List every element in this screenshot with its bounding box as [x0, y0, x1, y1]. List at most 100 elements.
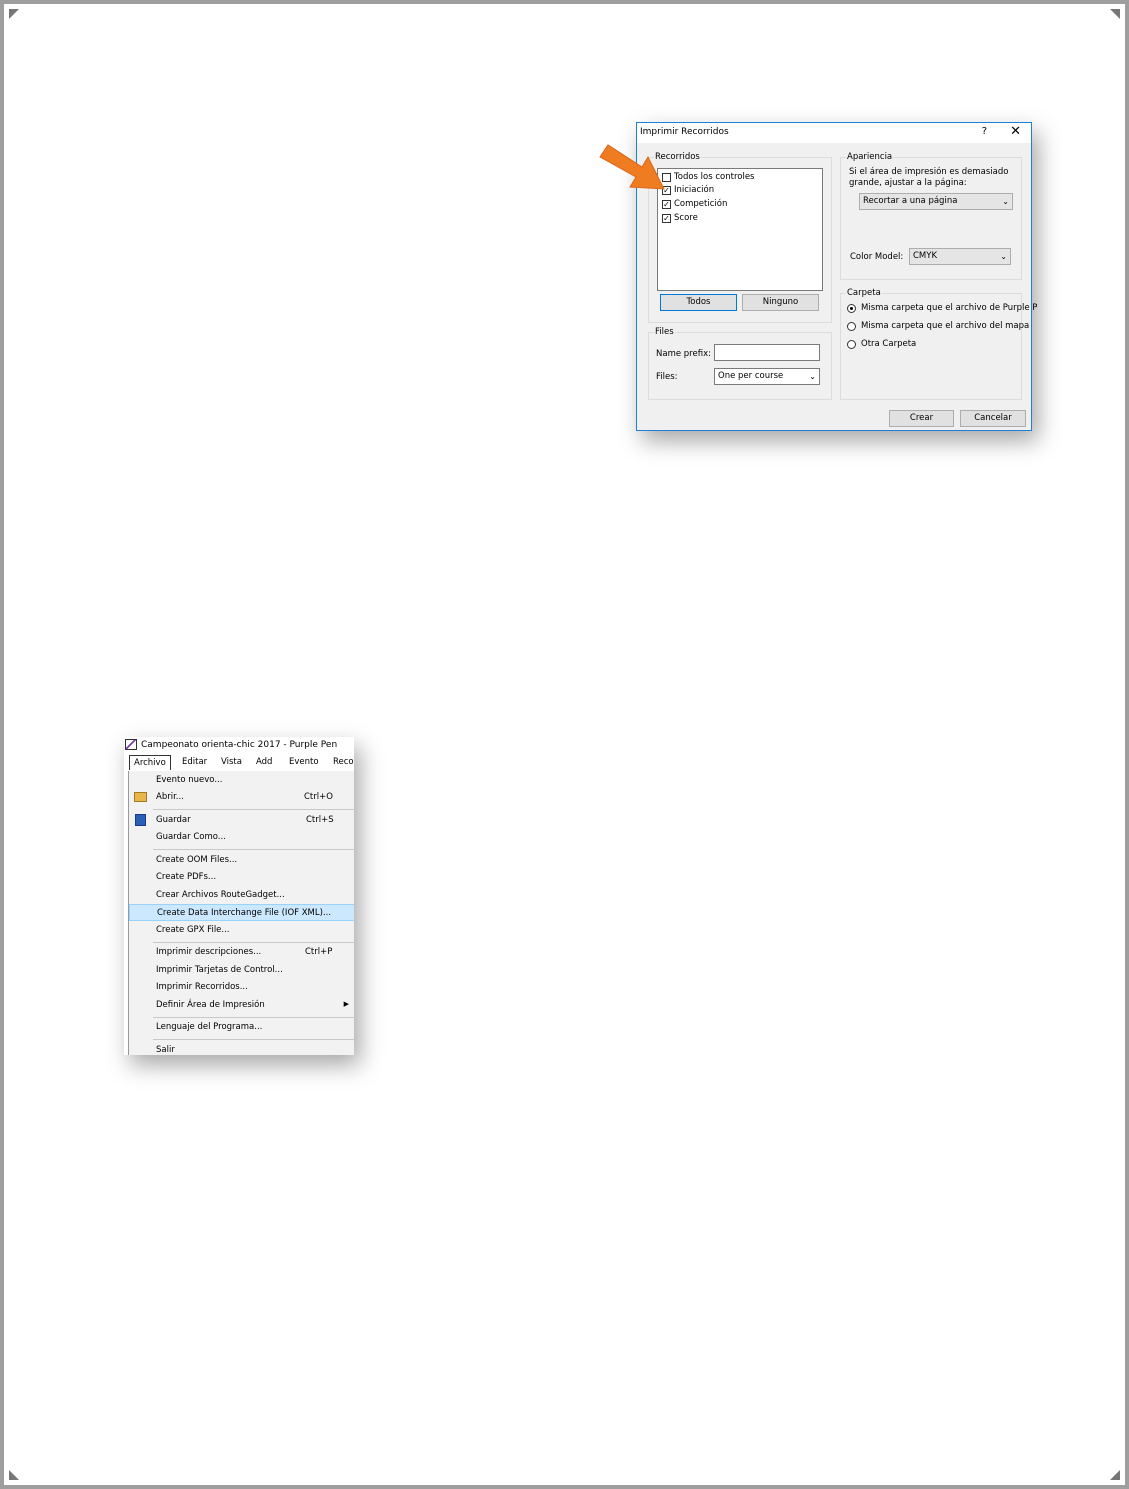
chevron-down-icon: ⌄ — [1000, 252, 1007, 261]
courses-listbox[interactable]: Todos los controles ✓ Iniciación ✓ Compe… — [657, 168, 823, 291]
menu-item-shortcut: Ctrl+S — [306, 815, 334, 825]
menu-item-label: Guardar — [156, 815, 191, 825]
files-group-label: Files — [654, 327, 675, 337]
radio[interactable] — [847, 339, 856, 349]
corner-mark-icon — [1110, 1470, 1120, 1480]
appearance-group-label: Apariencia — [846, 152, 894, 162]
menu-item-label: Salir — [156, 1045, 175, 1055]
menu-separator — [153, 849, 354, 850]
menu-item-print-area[interactable]: Definir Área de Impresión ▶ — [129, 997, 354, 1014]
menu-editar[interactable]: Editar — [182, 757, 207, 767]
menu-item-open[interactable]: Abrir... Ctrl+O — [129, 789, 354, 806]
files-select-value: One per course — [718, 371, 784, 381]
fit-page-select-value: Recortar a una página — [863, 196, 958, 206]
menu-item-label: Create PDFs... — [156, 872, 217, 882]
archivo-dropdown: Evento nuevo... Abrir... Ctrl+O Guardar … — [128, 771, 354, 1055]
folder-group-label: Carpeta — [846, 288, 882, 298]
menu-item-label: Definir Área de Impresión — [156, 1000, 265, 1010]
menu-item-create-oom[interactable]: Create OOM Files... — [129, 852, 354, 869]
menu-item-label: Imprimir Tarjetas de Control... — [156, 965, 283, 975]
arrow-pointer-icon — [599, 144, 665, 190]
name-prefix-input[interactable] — [714, 344, 820, 361]
menu-item-iof-xml[interactable]: Create Data Interchange File (IOF XML)..… — [129, 904, 354, 921]
color-model-select-value: CMYK — [913, 251, 938, 261]
folder-option-label: Otra Carpeta — [861, 339, 917, 349]
radio-selected[interactable] — [847, 303, 856, 313]
checkbox-checked[interactable]: ✓ — [662, 199, 671, 209]
name-prefix-label: Name prefix: — [656, 349, 711, 359]
corner-mark-icon — [9, 9, 19, 19]
corner-mark-icon — [1110, 9, 1120, 19]
color-model-select[interactable]: CMYK ⌄ — [909, 248, 1011, 265]
menu-item-label: Imprimir descripciones... — [156, 947, 262, 957]
print-courses-dialog: Imprimir Recorridos ? ✕ Recorridos Todos… — [636, 122, 1037, 431]
menu-vista[interactable]: Vista — [221, 757, 242, 767]
menu-recorridos[interactable]: Reco — [333, 757, 354, 767]
fit-page-select[interactable]: Recortar a una página ⌄ — [859, 193, 1013, 210]
submenu-arrow-icon: ▶ — [343, 1000, 349, 1008]
archivo-menu-window: Campeonato orienta-chic 2017 - Purple Pe… — [124, 737, 354, 1055]
dialog-title: Imprimir Recorridos — [640, 127, 729, 137]
menu-item-label: Evento nuevo... — [156, 775, 223, 785]
course-item-label: Competición — [674, 199, 728, 209]
menu-item-shortcut: Ctrl+O — [304, 792, 333, 802]
create-button[interactable]: Crear — [889, 410, 954, 427]
course-item[interactable]: ✓ Competición — [662, 198, 727, 210]
color-model-label: Color Model: — [850, 252, 904, 262]
menu-item-shortcut: Ctrl+P — [305, 947, 333, 957]
chevron-down-icon: ⌄ — [809, 372, 816, 381]
menu-item-save-as[interactable]: Guardar Como... — [129, 829, 354, 846]
cancel-button[interactable]: Cancelar — [960, 410, 1026, 427]
menu-item-label: Guardar Como... — [156, 832, 226, 842]
menu-separator — [153, 1017, 354, 1018]
course-item[interactable]: ✓ Iniciación — [662, 184, 714, 196]
radio[interactable] — [847, 321, 856, 331]
menu-item-gpx[interactable]: Create GPX File... — [129, 922, 354, 939]
menu-archivo[interactable]: Archivo — [129, 755, 171, 770]
menu-separator — [153, 809, 354, 810]
files-select[interactable]: One per course ⌄ — [714, 368, 820, 385]
menu-item-create-pdfs[interactable]: Create PDFs... — [129, 869, 354, 886]
menu-item-label: Abrir... — [156, 792, 184, 802]
course-item[interactable]: ✓ Score — [662, 212, 698, 224]
folder-option[interactable]: Otra Carpeta — [847, 339, 916, 349]
checkbox-checked[interactable]: ✓ — [662, 213, 671, 223]
menu-item-label: Lenguaje del Programa... — [156, 1022, 263, 1032]
menu-item-language[interactable]: Lenguaje del Programa... — [129, 1019, 354, 1036]
files-label: Files: — [656, 372, 678, 382]
folder-option[interactable]: Misma carpeta que el archivo del mapa — [847, 321, 1029, 331]
folder-option[interactable]: Misma carpeta que el archivo de Purple P — [847, 303, 1037, 313]
menu-item-routegadget[interactable]: Crear Archivos RouteGadget... — [129, 887, 354, 904]
select-none-button[interactable]: Ninguno — [742, 294, 819, 311]
folder-option-label: Misma carpeta que el archivo de Purple P — [861, 303, 1038, 313]
chevron-down-icon: ⌄ — [1002, 197, 1009, 206]
menu-item-save[interactable]: Guardar Ctrl+S — [129, 812, 354, 829]
menu-separator — [153, 1039, 354, 1040]
folder-option-label: Misma carpeta que el archivo del mapa — [861, 321, 1030, 331]
course-item-label: Score — [674, 213, 698, 223]
close-icon[interactable]: ✕ — [1010, 124, 1021, 139]
menu-separator — [153, 942, 354, 943]
menu-item-label: Crear Archivos RouteGadget... — [156, 890, 285, 900]
menu-item-new-event[interactable]: Evento nuevo... — [129, 772, 354, 789]
window-title: Campeonato orienta-chic 2017 - Purple Pe… — [141, 740, 338, 750]
menu-item-exit[interactable]: Salir — [129, 1042, 354, 1055]
course-item-label: Todos los controles — [674, 172, 755, 182]
menu-add[interactable]: Add — [256, 757, 272, 767]
help-button[interactable]: ? — [982, 126, 987, 137]
menu-item-label: Create OOM Files... — [156, 855, 238, 865]
menu-item-label: Imprimir Recorridos... — [156, 982, 248, 992]
folder-open-icon — [134, 792, 147, 802]
fit-page-label: Si el área de impresión es demasiado gra… — [849, 167, 1009, 188]
course-item-label: Iniciación — [674, 185, 715, 195]
menu-item-print-punch-cards[interactable]: Imprimir Tarjetas de Control... — [129, 962, 354, 979]
purple-pen-icon — [125, 739, 137, 750]
menu-item-print-courses[interactable]: Imprimir Recorridos... — [129, 979, 354, 996]
dialog-titlebar: Imprimir Recorridos ? ✕ — [637, 123, 1031, 143]
select-all-button[interactable]: Todos — [660, 294, 737, 311]
menu-evento[interactable]: Evento — [289, 757, 319, 767]
menu-item-label: Create Data Interchange File (IOF XML)..… — [157, 908, 332, 918]
save-icon — [135, 814, 146, 826]
menu-item-print-descriptions[interactable]: Imprimir descripciones... Ctrl+P — [129, 944, 354, 961]
course-item[interactable]: Todos los controles — [662, 171, 755, 183]
